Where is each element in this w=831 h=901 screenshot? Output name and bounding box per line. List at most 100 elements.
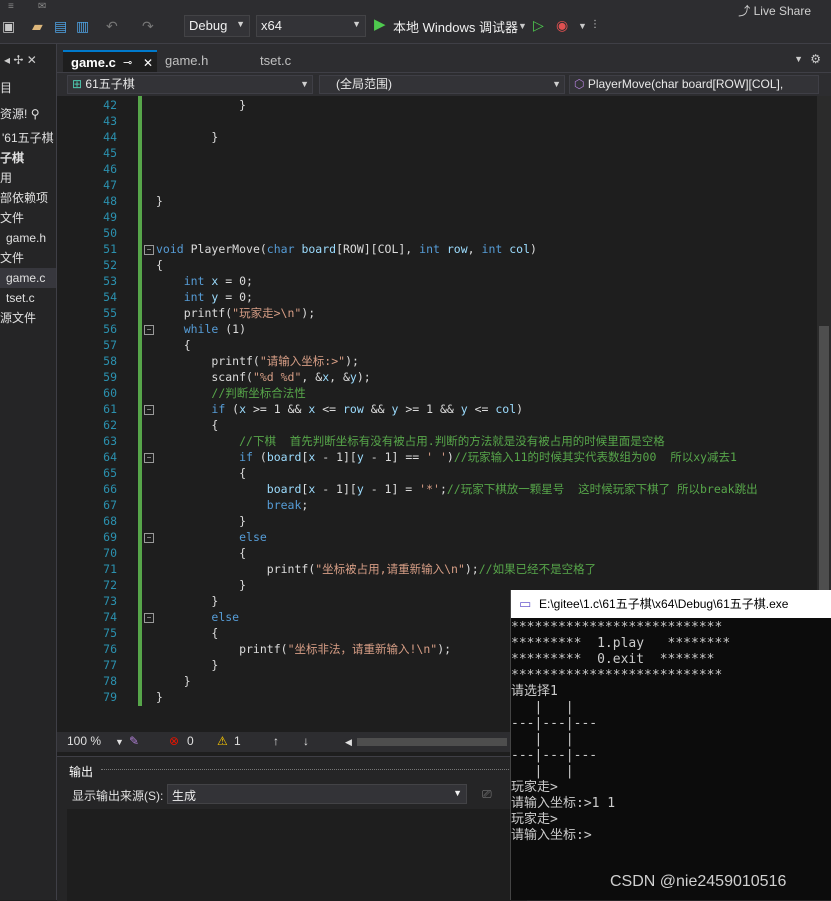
collapse-region-icon[interactable]: − <box>144 405 154 415</box>
undo-icon[interactable]: ↶ <box>106 17 118 35</box>
code-line[interactable]: } <box>156 593 218 609</box>
code-line[interactable]: int x = 0; <box>156 273 253 289</box>
line-number: 78 <box>103 674 117 688</box>
output-title: 输出 <box>69 765 94 779</box>
code-line[interactable]: } <box>156 129 218 145</box>
code-line[interactable]: else <box>156 609 239 625</box>
chevron-down-icon[interactable]: ▼ <box>518 17 527 35</box>
member-dropdown[interactable]: ⬡ PlayerMove(char board[ROW][COL], <box>569 75 819 94</box>
sidebar-item-source-files[interactable]: 文件 <box>0 248 24 268</box>
code-line[interactable]: //下棋 首先判断坐标有没有被占用.判断的方法就是没有被占用的时候里面是空格 <box>156 433 665 449</box>
sidebar-search[interactable]: 资源! ⚲ <box>0 104 39 124</box>
scroll-left-icon[interactable]: ◀ <box>345 737 352 748</box>
code-line[interactable]: } <box>156 193 163 209</box>
code-line[interactable]: printf("玩家走>\n"); <box>156 305 315 321</box>
error-count[interactable]: 0 <box>187 734 194 748</box>
sidebar-item-external-deps[interactable]: 部依赖项 <box>0 188 48 208</box>
code-line[interactable]: } <box>156 513 246 529</box>
code-line[interactable]: } <box>156 97 246 113</box>
sidebar-item-header-files[interactable]: 文件 <box>0 208 24 228</box>
live-share-button[interactable]: ⤴ Live Share <box>738 2 811 19</box>
code-line[interactable]: { <box>156 545 246 561</box>
hot-reload-icon[interactable]: ◉ <box>556 16 568 34</box>
code-line[interactable]: } <box>156 673 191 689</box>
code-line[interactable]: break; <box>156 497 309 513</box>
code-line[interactable]: else <box>156 529 267 545</box>
chevron-down-icon[interactable]: ▼ <box>115 737 124 747</box>
code-line[interactable]: if (board[x - 1][y - 1] == ' ')//玩家输入11的… <box>156 449 737 465</box>
collapse-region-icon[interactable]: − <box>144 325 154 335</box>
zoom-level[interactable]: 100 % <box>67 734 101 748</box>
code-line[interactable]: printf("坐标被占用,请重新输入\n");//如果已经不是空格了 <box>156 561 596 577</box>
sidebar-item-resource-files[interactable]: 源文件 <box>0 308 36 328</box>
code-line[interactable]: { <box>156 417 218 433</box>
code-line[interactable]: { <box>156 625 218 641</box>
line-number: 65 <box>103 466 117 480</box>
collapse-region-icon[interactable]: − <box>144 533 154 543</box>
code-line[interactable]: //判断坐标合法性 <box>156 385 305 401</box>
tab-game-c[interactable]: game.c ⊸ ✕ <box>63 50 159 72</box>
line-number: 48 <box>103 194 117 208</box>
copilot-icon[interactable]: ✎ <box>129 734 139 748</box>
console-title-bar[interactable]: ▭ E:\gitee\1.c\61五子棋\x64\Debug\61五子棋.exe <box>511 590 831 618</box>
code-line[interactable]: { <box>156 465 246 481</box>
save-all-icon[interactable]: ▥ <box>76 17 89 35</box>
sidebar-item-game-c[interactable]: game.c <box>0 268 56 288</box>
warning-count[interactable]: 1 <box>234 734 241 748</box>
arrow-up-icon[interactable]: ↑ <box>273 734 279 748</box>
platform-select[interactable]: x64 ▼ <box>256 15 366 37</box>
run-button-label[interactable]: 本地 Windows 调试器 <box>393 17 518 36</box>
horizontal-scrollbar-thumb[interactable] <box>357 738 507 746</box>
chevron-down-icon[interactable]: ▼ <box>578 17 587 35</box>
arrow-down-icon[interactable]: ↓ <box>303 734 309 748</box>
line-number: 69 <box>103 530 117 544</box>
warning-icon[interactable]: ⚠ <box>217 734 228 748</box>
scope-dropdown[interactable]: (全局范围) ▼ <box>319 75 565 94</box>
start-debug-icon[interactable]: ▶ <box>374 16 386 34</box>
sidebar-item-solution[interactable]: '61五子棋 <box>2 128 54 148</box>
close-icon[interactable]: ✕ <box>143 52 153 74</box>
settings-icon[interactable]: ⚙ <box>810 52 821 66</box>
project-dropdown[interactable]: ⊞ 61五子棋 ▼ <box>67 75 313 94</box>
sidebar-item-references[interactable]: 用 <box>0 168 12 188</box>
clear-output-icon[interactable]: ⎚ <box>482 787 492 802</box>
tab-tset-c[interactable]: tset.c <box>252 50 348 72</box>
error-icon[interactable]: ⊗ <box>169 734 179 748</box>
pin-icon[interactable]: ⊸ <box>123 52 132 74</box>
collapse-region-icon[interactable]: − <box>144 613 154 623</box>
panel-grip[interactable] <box>101 769 511 770</box>
output-source-select[interactable]: 生成 ▼ <box>167 784 467 804</box>
output-text-area[interactable] <box>67 809 527 901</box>
code-line[interactable]: scanf("%d %d", &x, &y); <box>156 369 370 385</box>
code-line[interactable]: } <box>156 657 218 673</box>
code-line[interactable]: int y = 0; <box>156 289 253 305</box>
sidebar-header-icons[interactable]: ◂ ✢ ✕ <box>4 50 37 70</box>
open-folder-icon[interactable]: ▰ <box>32 17 43 35</box>
tab-game-h[interactable]: game.h <box>157 50 253 72</box>
code-line[interactable]: board[x - 1][y - 1] = '*';//玩家下棋放一颗星号 这时… <box>156 481 758 497</box>
save-icon[interactable]: ▤ <box>54 17 67 35</box>
toolbar-overflow-icon[interactable]: ⋮ <box>590 16 600 34</box>
collapse-region-icon[interactable]: − <box>144 453 154 463</box>
code-line[interactable]: } <box>156 577 246 593</box>
sidebar-item-project[interactable]: 子棋 <box>0 148 24 168</box>
tab-list-icon[interactable]: ▼ <box>794 54 803 64</box>
configuration-select[interactable]: Debug ▼ <box>184 15 250 37</box>
new-project-icon[interactable]: ▣ <box>2 17 15 35</box>
code-line[interactable]: printf("请输入坐标:>"); <box>156 353 359 369</box>
code-line[interactable]: printf("坐标非法，请重新输入!\n"); <box>156 641 451 657</box>
code-line[interactable]: if (x >= 1 && x <= row && y >= 1 && y <=… <box>156 401 523 417</box>
console-window[interactable]: ▭ E:\gitee\1.c\61五子棋\x64\Debug\61五子棋.exe… <box>510 590 831 900</box>
code-line[interactable]: } <box>156 689 163 705</box>
collapse-region-icon[interactable]: − <box>144 245 154 255</box>
start-without-debug-icon[interactable]: ▷ <box>533 16 544 34</box>
console-line: ********* 0.exit ******* <box>511 652 715 667</box>
sidebar-item-game-h[interactable]: game.h <box>6 228 46 248</box>
line-number: 57 <box>103 338 117 352</box>
code-line[interactable]: while (1) <box>156 321 246 337</box>
code-line[interactable]: { <box>156 257 163 273</box>
code-line[interactable]: { <box>156 337 191 353</box>
code-line[interactable]: void PlayerMove(char board[ROW][COL], in… <box>156 241 537 257</box>
sidebar-item-tset-c[interactable]: tset.c <box>6 288 35 308</box>
redo-icon[interactable]: ↷ <box>142 17 154 35</box>
